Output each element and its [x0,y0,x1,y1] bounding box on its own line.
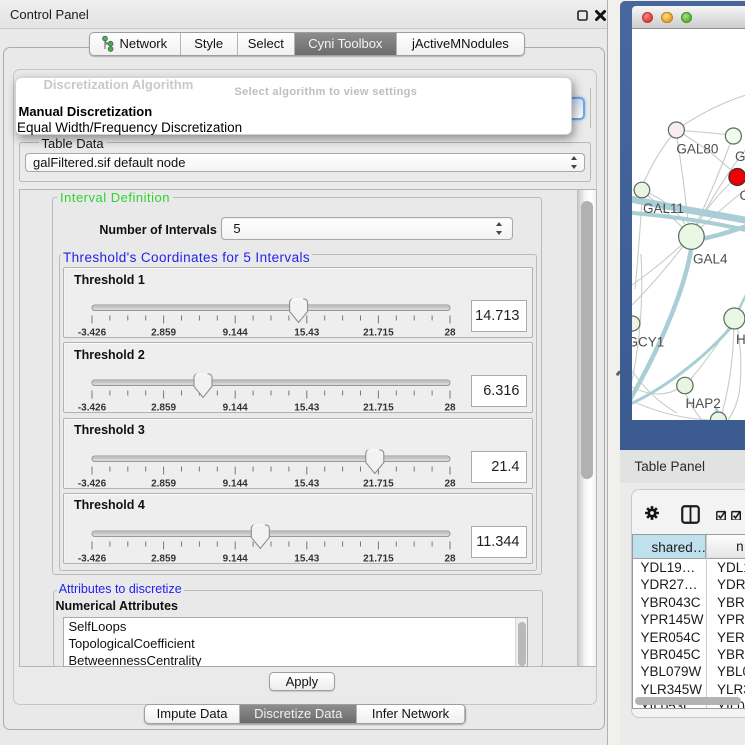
svg-text:GAL11: GAL11 [643,201,684,216]
svg-text:GCY1: GCY1 [632,334,664,349]
svg-text:GAL80: GAL80 [676,141,718,156]
svg-text:HI: HI [736,332,745,347]
svg-text:HAP2: HAP2 [685,396,720,411]
svg-text:CY: CY [739,188,745,203]
svg-text:GAL1: GAL1 [735,149,745,164]
svg-text:GAL4: GAL4 [693,251,728,266]
